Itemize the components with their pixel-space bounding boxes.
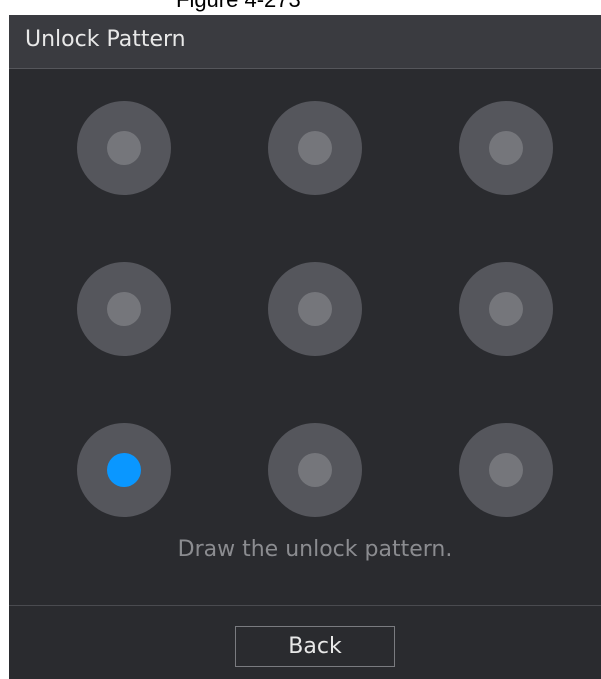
figure-caption: Figure 4-273 [0,0,601,15]
footer-divider [9,605,601,606]
pattern-dot-3[interactable] [459,101,553,195]
pattern-dot-7[interactable] [77,423,171,517]
pattern-dot-8[interactable] [268,423,362,517]
pattern-prompt: Draw the unlock pattern. [177,537,453,562]
pattern-dot-core [298,131,332,165]
pattern-dot-4[interactable] [77,262,171,356]
pattern-dot-core [489,292,523,326]
pattern-dot-core [489,131,523,165]
unlock-pattern-dialog: Unlock Pattern Draw the unlock pattern. … [9,15,601,679]
pattern-dot-5[interactable] [268,262,362,356]
pattern-dot-6[interactable] [459,262,553,356]
pattern-dot-core [107,131,141,165]
figure-caption-text: Figure 4-273 [176,0,301,13]
pattern-dot-core [298,292,332,326]
pattern-dot-core [298,453,332,487]
pattern-dot-core [107,292,141,326]
pattern-dot-2[interactable] [268,101,362,195]
pattern-dot-9[interactable] [459,423,553,517]
back-button[interactable]: Back [235,626,395,667]
pattern-dot-1[interactable] [77,101,171,195]
dialog-title-bar: Unlock Pattern [9,15,601,69]
dialog-title: Unlock Pattern [25,27,186,52]
pattern-dot-core [489,453,523,487]
pattern-dot-core-selected [107,453,141,487]
